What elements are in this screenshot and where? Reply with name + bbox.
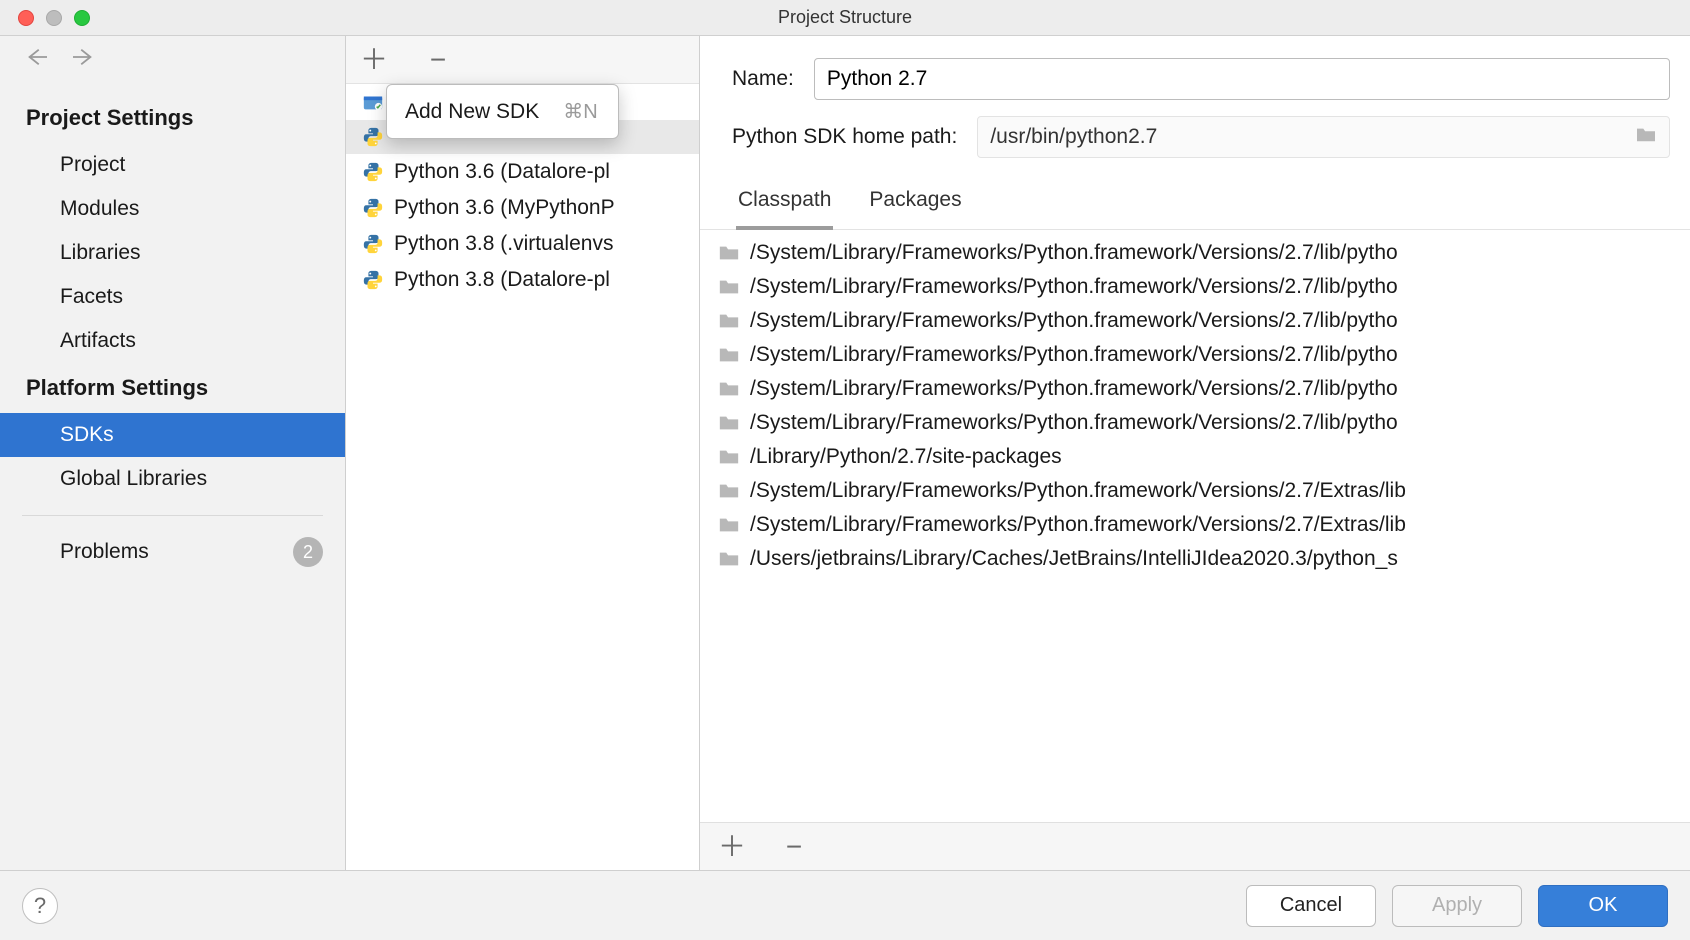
classpath-path: /Users/jetbrains/Library/Caches/JetBrain… xyxy=(750,547,1398,571)
sdk-label: Python 3.8 (Datalore-pl xyxy=(394,268,610,292)
remove-classpath-button[interactable]: − xyxy=(780,833,808,861)
sdk-item[interactable]: Python 3.8 (.virtualenvs xyxy=(346,226,699,262)
minimize-window-button[interactable] xyxy=(46,10,62,26)
sdk-toolbar: ＋ − xyxy=(346,36,699,84)
classpath-path: /System/Library/Frameworks/Python.framew… xyxy=(750,275,1398,299)
classpath-path: /System/Library/Frameworks/Python.framew… xyxy=(750,377,1398,401)
shortcut-label: ⌘N xyxy=(563,99,597,124)
classpath-entry[interactable]: /Users/jetbrains/Library/Caches/JetBrain… xyxy=(700,542,1690,576)
sidebar-item-project[interactable]: Project xyxy=(0,143,345,187)
sidebar-item-facets[interactable]: Facets xyxy=(0,275,345,319)
classpath-path: /System/Library/Frameworks/Python.framew… xyxy=(750,479,1406,503)
sdk-list-panel: ＋ − 11Python 3.6 (Datalore-plPython 3.6 … xyxy=(346,36,700,870)
classpath-entry[interactable]: /System/Library/Frameworks/Python.framew… xyxy=(700,406,1690,440)
sidebar-item-modules[interactable]: Modules xyxy=(0,187,345,231)
sidebar-item-artifacts[interactable]: Artifacts xyxy=(0,319,345,363)
ok-button[interactable]: OK xyxy=(1538,885,1668,927)
sdk-label: Python 3.6 (Datalore-pl xyxy=(394,160,610,184)
settings-sidebar: Project SettingsProjectModulesLibrariesF… xyxy=(0,36,346,870)
classpath-path: /System/Library/Frameworks/Python.framew… xyxy=(750,411,1398,435)
classpath-entry[interactable]: /System/Library/Frameworks/Python.framew… xyxy=(700,304,1690,338)
problems-label: Problems xyxy=(60,540,149,563)
name-label: Name: xyxy=(732,67,794,91)
sidebar-item-sdks[interactable]: SDKs xyxy=(0,413,345,457)
forward-icon[interactable] xyxy=(70,46,98,73)
dialog-footer: ? Cancel Apply OK xyxy=(0,870,1690,940)
tab-packages[interactable]: Packages xyxy=(867,178,963,230)
classpath-entry[interactable]: /System/Library/Frameworks/Python.framew… xyxy=(700,508,1690,542)
sdk-list: 11Python 3.6 (Datalore-plPython 3.6 (MyP… xyxy=(346,84,699,870)
sdk-item[interactable]: Python 3.6 (MyPythonP xyxy=(346,190,699,226)
classpath-entry[interactable]: /System/Library/Frameworks/Python.framew… xyxy=(700,270,1690,304)
sidebar-item-global-libraries[interactable]: Global Libraries xyxy=(0,457,345,501)
add-classpath-button[interactable]: ＋ xyxy=(718,833,746,861)
classpath-path: /System/Library/Frameworks/Python.framew… xyxy=(750,241,1398,265)
sidebar-item-problems[interactable]: Problems 2 xyxy=(0,530,345,574)
sdk-item[interactable]: Python 3.6 (Datalore-pl xyxy=(346,154,699,190)
cancel-button[interactable]: Cancel xyxy=(1246,885,1376,927)
close-window-button[interactable] xyxy=(18,10,34,26)
classpath-path: /System/Library/Frameworks/Python.framew… xyxy=(750,513,1406,537)
apply-button[interactable]: Apply xyxy=(1392,885,1522,927)
sdk-detail-panel: Name: Python SDK home path: /usr/bin/pyt… xyxy=(700,36,1690,870)
add-sdk-popup: Add New SDK ⌘N xyxy=(386,84,619,139)
classpath-entry[interactable]: /System/Library/Frameworks/Python.framew… xyxy=(700,474,1690,508)
classpath-path: /System/Library/Frameworks/Python.framew… xyxy=(750,309,1398,333)
sdk-item[interactable]: Python 3.8 (Datalore-pl xyxy=(346,262,699,298)
section-header: Platform Settings xyxy=(0,363,345,413)
tab-classpath[interactable]: Classpath xyxy=(736,178,833,230)
home-path-value: /usr/bin/python2.7 xyxy=(990,125,1157,149)
folder-open-icon[interactable] xyxy=(1635,125,1657,149)
classpath-list: /System/Library/Frameworks/Python.framew… xyxy=(700,230,1690,822)
traffic-lights xyxy=(18,10,90,26)
classpath-entry[interactable]: /System/Library/Frameworks/Python.framew… xyxy=(700,338,1690,372)
help-button[interactable]: ? xyxy=(22,888,58,924)
titlebar: Project Structure xyxy=(0,0,1690,36)
classpath-path: /Library/Python/2.7/site-packages xyxy=(750,445,1062,469)
sdk-label: Python 3.6 (MyPythonP xyxy=(394,196,615,220)
section-header: Project Settings xyxy=(0,93,345,143)
sidebar-item-libraries[interactable]: Libraries xyxy=(0,231,345,275)
classpath-entry[interactable]: /Library/Python/2.7/site-packages xyxy=(700,440,1690,474)
problems-count-badge: 2 xyxy=(293,537,323,567)
back-icon[interactable] xyxy=(22,46,50,73)
remove-sdk-button[interactable]: − xyxy=(424,46,452,74)
home-path-label: Python SDK home path: xyxy=(732,125,957,149)
sdk-name-input[interactable] xyxy=(814,58,1670,100)
add-sdk-button[interactable]: ＋ xyxy=(360,46,388,74)
popup-label: Add New SDK xyxy=(405,100,539,124)
classpath-entry[interactable]: /System/Library/Frameworks/Python.framew… xyxy=(700,372,1690,406)
classpath-toolbar: ＋ − xyxy=(700,822,1690,870)
add-new-sdk-menu-item[interactable]: Add New SDK ⌘N xyxy=(387,91,618,132)
detail-tabs: Classpath Packages xyxy=(700,168,1690,230)
maximize-window-button[interactable] xyxy=(74,10,90,26)
sdk-label: Python 3.8 (.virtualenvs xyxy=(394,232,613,256)
classpath-path: /System/Library/Frameworks/Python.framew… xyxy=(750,343,1398,367)
sdk-home-path-field[interactable]: /usr/bin/python2.7 xyxy=(977,116,1670,158)
divider xyxy=(22,515,323,516)
window-title: Project Structure xyxy=(778,7,912,28)
classpath-entry[interactable]: /System/Library/Frameworks/Python.framew… xyxy=(700,236,1690,270)
